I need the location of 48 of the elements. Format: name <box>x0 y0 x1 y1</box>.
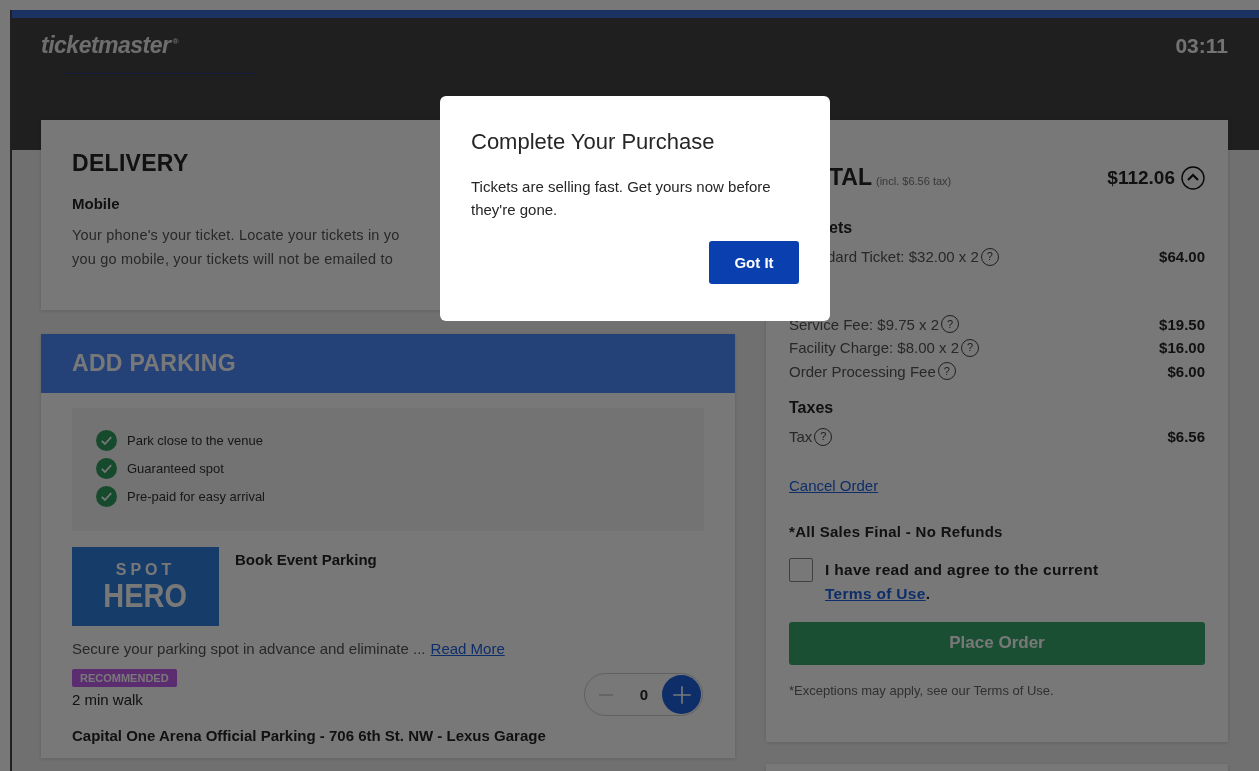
recommended-badge: RECOMMENDED <box>72 669 177 687</box>
sales-final-note: *All Sales Final - No Refunds <box>789 522 1004 540</box>
check-icon <box>96 430 117 451</box>
quantity-value: 0 <box>638 686 650 703</box>
fee-amount: $19.50 <box>1159 314 1205 335</box>
section-title: DELIVERY <box>72 150 190 177</box>
benefit-text: Guaranteed spot <box>127 461 224 476</box>
fee-amount: $6.00 <box>1167 361 1205 382</box>
total-title: TAL <box>829 164 872 190</box>
countdown-timer: 03:11 <box>1175 34 1228 58</box>
delivery-description: Your phone's your ticket. Locate your tickets in yo <box>72 226 401 245</box>
increase-button[interactable] <box>662 675 701 714</box>
dialog-title: Complete Your Purchase <box>471 129 716 155</box>
fee-label: Facility Charge: $8.00 x 2 <box>789 338 960 358</box>
delivery-method: Mobile <box>72 195 120 212</box>
fee-label: Tax <box>789 427 813 447</box>
total-amount: $112.06 <box>1107 166 1175 189</box>
place-order-button[interactable]: Place Order <box>789 621 1205 665</box>
benefit-text: Park close to the venue <box>127 433 263 448</box>
got-it-button[interactable]: Got It <box>709 241 799 284</box>
fee-label: Order Processing Fee <box>789 361 936 382</box>
read-more-link[interactable]: Read More <box>430 640 505 657</box>
section-heading: Taxes <box>789 399 835 417</box>
check-icon <box>96 458 117 479</box>
delivery-description: you go mobile, your tickets will not be emailed to <box>72 250 395 269</box>
parking-header: ADD PARKING <box>41 334 735 393</box>
fee-amount: $6.56 <box>1167 427 1205 447</box>
parking-provider-logo: SPOT HERO <box>72 547 219 626</box>
ticketmaster-logo[interactable]: ticketmaster$^{®}$ <box>41 32 178 58</box>
fee-amount: $16.00 <box>1159 338 1205 358</box>
agree-checkbox[interactable] <box>789 557 813 582</box>
benefit-text: Pre-paid for easy arrival <box>127 489 265 504</box>
walk-time: 2 min walk <box>72 691 143 708</box>
dialog-message: Tickets are selling fast. Get yours now before they're gone. <box>471 177 772 220</box>
offer-title: Book Event Parking <box>235 551 377 570</box>
section-heading: ets <box>828 219 854 237</box>
exceptions-note: *Exceptions may apply, see our Terms of Use. <box>789 682 1055 698</box>
fee-label: Service Fee: $9.75 x 2 <box>789 314 940 335</box>
plus-icon <box>670 683 693 706</box>
tax-note: (incl. $6.56 tax) <box>876 175 952 187</box>
collapse-button[interactable] <box>1181 165 1205 190</box>
agree-text: I have read and agree to the current Terms of Use. <box>825 559 1100 604</box>
cancel-order-link[interactable]: Cancel Order <box>789 476 879 494</box>
fee-amount: $64.00 <box>1159 247 1205 267</box>
offer-description: Secure your parking spot in advance and eliminate ... <box>72 640 426 657</box>
terms-link[interactable]: Terms of Use <box>825 584 926 602</box>
check-icon <box>96 486 117 507</box>
parking-location: Capital One Arena Official Parking - 706 6th St. NW - Lexus Garage <box>72 726 547 746</box>
